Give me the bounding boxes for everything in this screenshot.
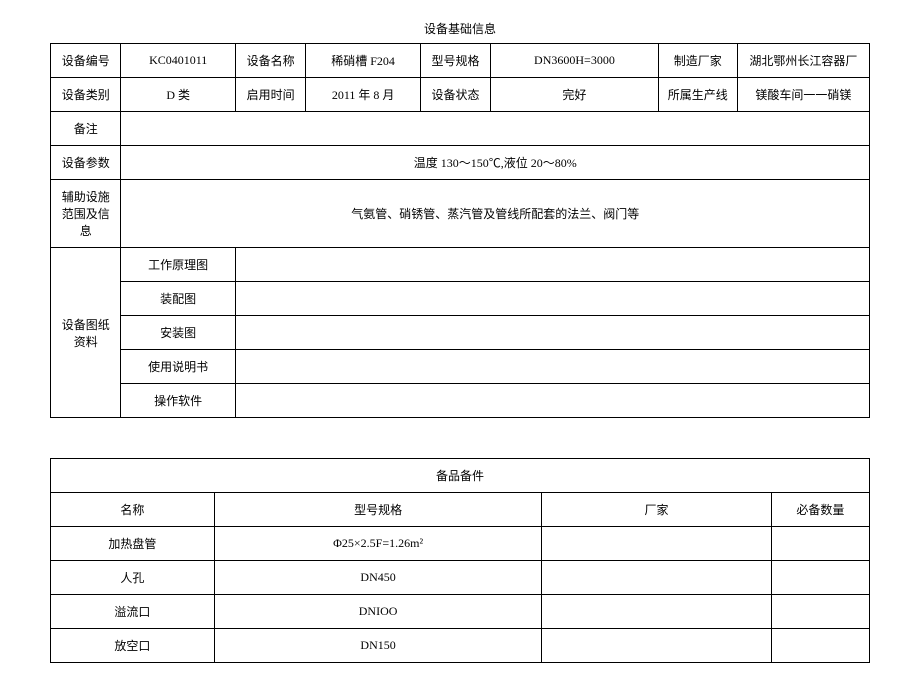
- part-qty: [771, 629, 869, 663]
- table-row: 安装图: [51, 316, 870, 350]
- start-time-label: 启用时间: [235, 78, 305, 112]
- part-name: 人孔: [51, 561, 215, 595]
- part-mfr: [542, 595, 771, 629]
- part-qty: [771, 595, 869, 629]
- param-value: 温度 130～150℃,液位 20～80%: [121, 146, 870, 180]
- line-label: 所属生产线: [658, 78, 737, 112]
- header-spec: 型号规格: [214, 493, 542, 527]
- drawing-value: [235, 384, 869, 418]
- drawing-value: [235, 248, 869, 282]
- remark-label: 备注: [51, 112, 121, 146]
- table-row: 装配图: [51, 282, 870, 316]
- table-row: 溢流口 DNIOO: [51, 595, 870, 629]
- table1-title: 设备基础信息: [50, 20, 870, 37]
- param-label: 设备参数: [51, 146, 121, 180]
- drawing-value: [235, 350, 869, 384]
- equip-name-value: 稀硝槽 F204: [306, 44, 420, 78]
- mfr-label: 制造厂家: [658, 44, 737, 78]
- equipment-basic-info-table: 设备编号 KC0401011 设备名称 稀硝槽 F204 型号规格 DN3600…: [50, 43, 870, 418]
- table-row: 名称 型号规格 厂家 必备数量: [51, 493, 870, 527]
- drawings-group-label: 设备图纸资料: [51, 248, 121, 418]
- drawing-value: [235, 316, 869, 350]
- line-value: 镁酸车间一一硝镁: [737, 78, 869, 112]
- table-row: 使用说明书: [51, 350, 870, 384]
- part-qty: [771, 561, 869, 595]
- start-time-value: 2011 年 8 月: [306, 78, 420, 112]
- table-row: 设备类别 D 类 启用时间 2011 年 8 月 设备状态 完好 所属生产线 镁…: [51, 78, 870, 112]
- remark-value: [121, 112, 870, 146]
- model-spec-value: DN3600H=3000: [491, 44, 658, 78]
- spare-parts-table: 备品备件 名称 型号规格 厂家 必备数量 加热盘管 Φ25×2.5F=1.26m…: [50, 458, 870, 663]
- part-name: 加热盘管: [51, 527, 215, 561]
- part-spec: DN450: [214, 561, 542, 595]
- header-name: 名称: [51, 493, 215, 527]
- mfr-value: 湖北鄂州长江容器厂: [737, 44, 869, 78]
- table-row: 操作软件: [51, 384, 870, 418]
- header-mfr: 厂家: [542, 493, 771, 527]
- model-spec-label: 型号规格: [420, 44, 490, 78]
- table-row: 加热盘管 Φ25×2.5F=1.26m²: [51, 527, 870, 561]
- drawing-item: 工作原理图: [121, 248, 235, 282]
- equip-cat-label: 设备类别: [51, 78, 121, 112]
- part-name: 放空口: [51, 629, 215, 663]
- table-row: 备品备件: [51, 459, 870, 493]
- drawing-item: 安装图: [121, 316, 235, 350]
- table-row: 人孔 DN450: [51, 561, 870, 595]
- drawing-item: 操作软件: [121, 384, 235, 418]
- equip-status-label: 设备状态: [420, 78, 490, 112]
- part-spec: Φ25×2.5F=1.26m²: [214, 527, 542, 561]
- drawing-item: 使用说明书: [121, 350, 235, 384]
- table2-title: 备品备件: [51, 459, 870, 493]
- equip-no-label: 设备编号: [51, 44, 121, 78]
- part-qty: [771, 527, 869, 561]
- equip-status-value: 完好: [491, 78, 658, 112]
- table-row: 设备图纸资料 工作原理图: [51, 248, 870, 282]
- equip-name-label: 设备名称: [235, 44, 305, 78]
- table-row: 设备参数 温度 130～150℃,液位 20～80%: [51, 146, 870, 180]
- table-row: 辅助设施范围及信息 气氨管、硝锈管、蒸汽管及管线所配套的法兰、阀门等: [51, 180, 870, 248]
- table-row: 设备编号 KC0401011 设备名称 稀硝槽 F204 型号规格 DN3600…: [51, 44, 870, 78]
- equip-no-value: KC0401011: [121, 44, 235, 78]
- table-row: 放空口 DN150: [51, 629, 870, 663]
- part-name: 溢流口: [51, 595, 215, 629]
- drawing-value: [235, 282, 869, 316]
- drawing-item: 装配图: [121, 282, 235, 316]
- part-mfr: [542, 629, 771, 663]
- header-qty: 必备数量: [771, 493, 869, 527]
- part-mfr: [542, 527, 771, 561]
- aux-label: 辅助设施范围及信息: [51, 180, 121, 248]
- table-row: 备注: [51, 112, 870, 146]
- aux-value: 气氨管、硝锈管、蒸汽管及管线所配套的法兰、阀门等: [121, 180, 870, 248]
- part-spec: DNIOO: [214, 595, 542, 629]
- part-spec: DN150: [214, 629, 542, 663]
- equip-cat-value: D 类: [121, 78, 235, 112]
- part-mfr: [542, 561, 771, 595]
